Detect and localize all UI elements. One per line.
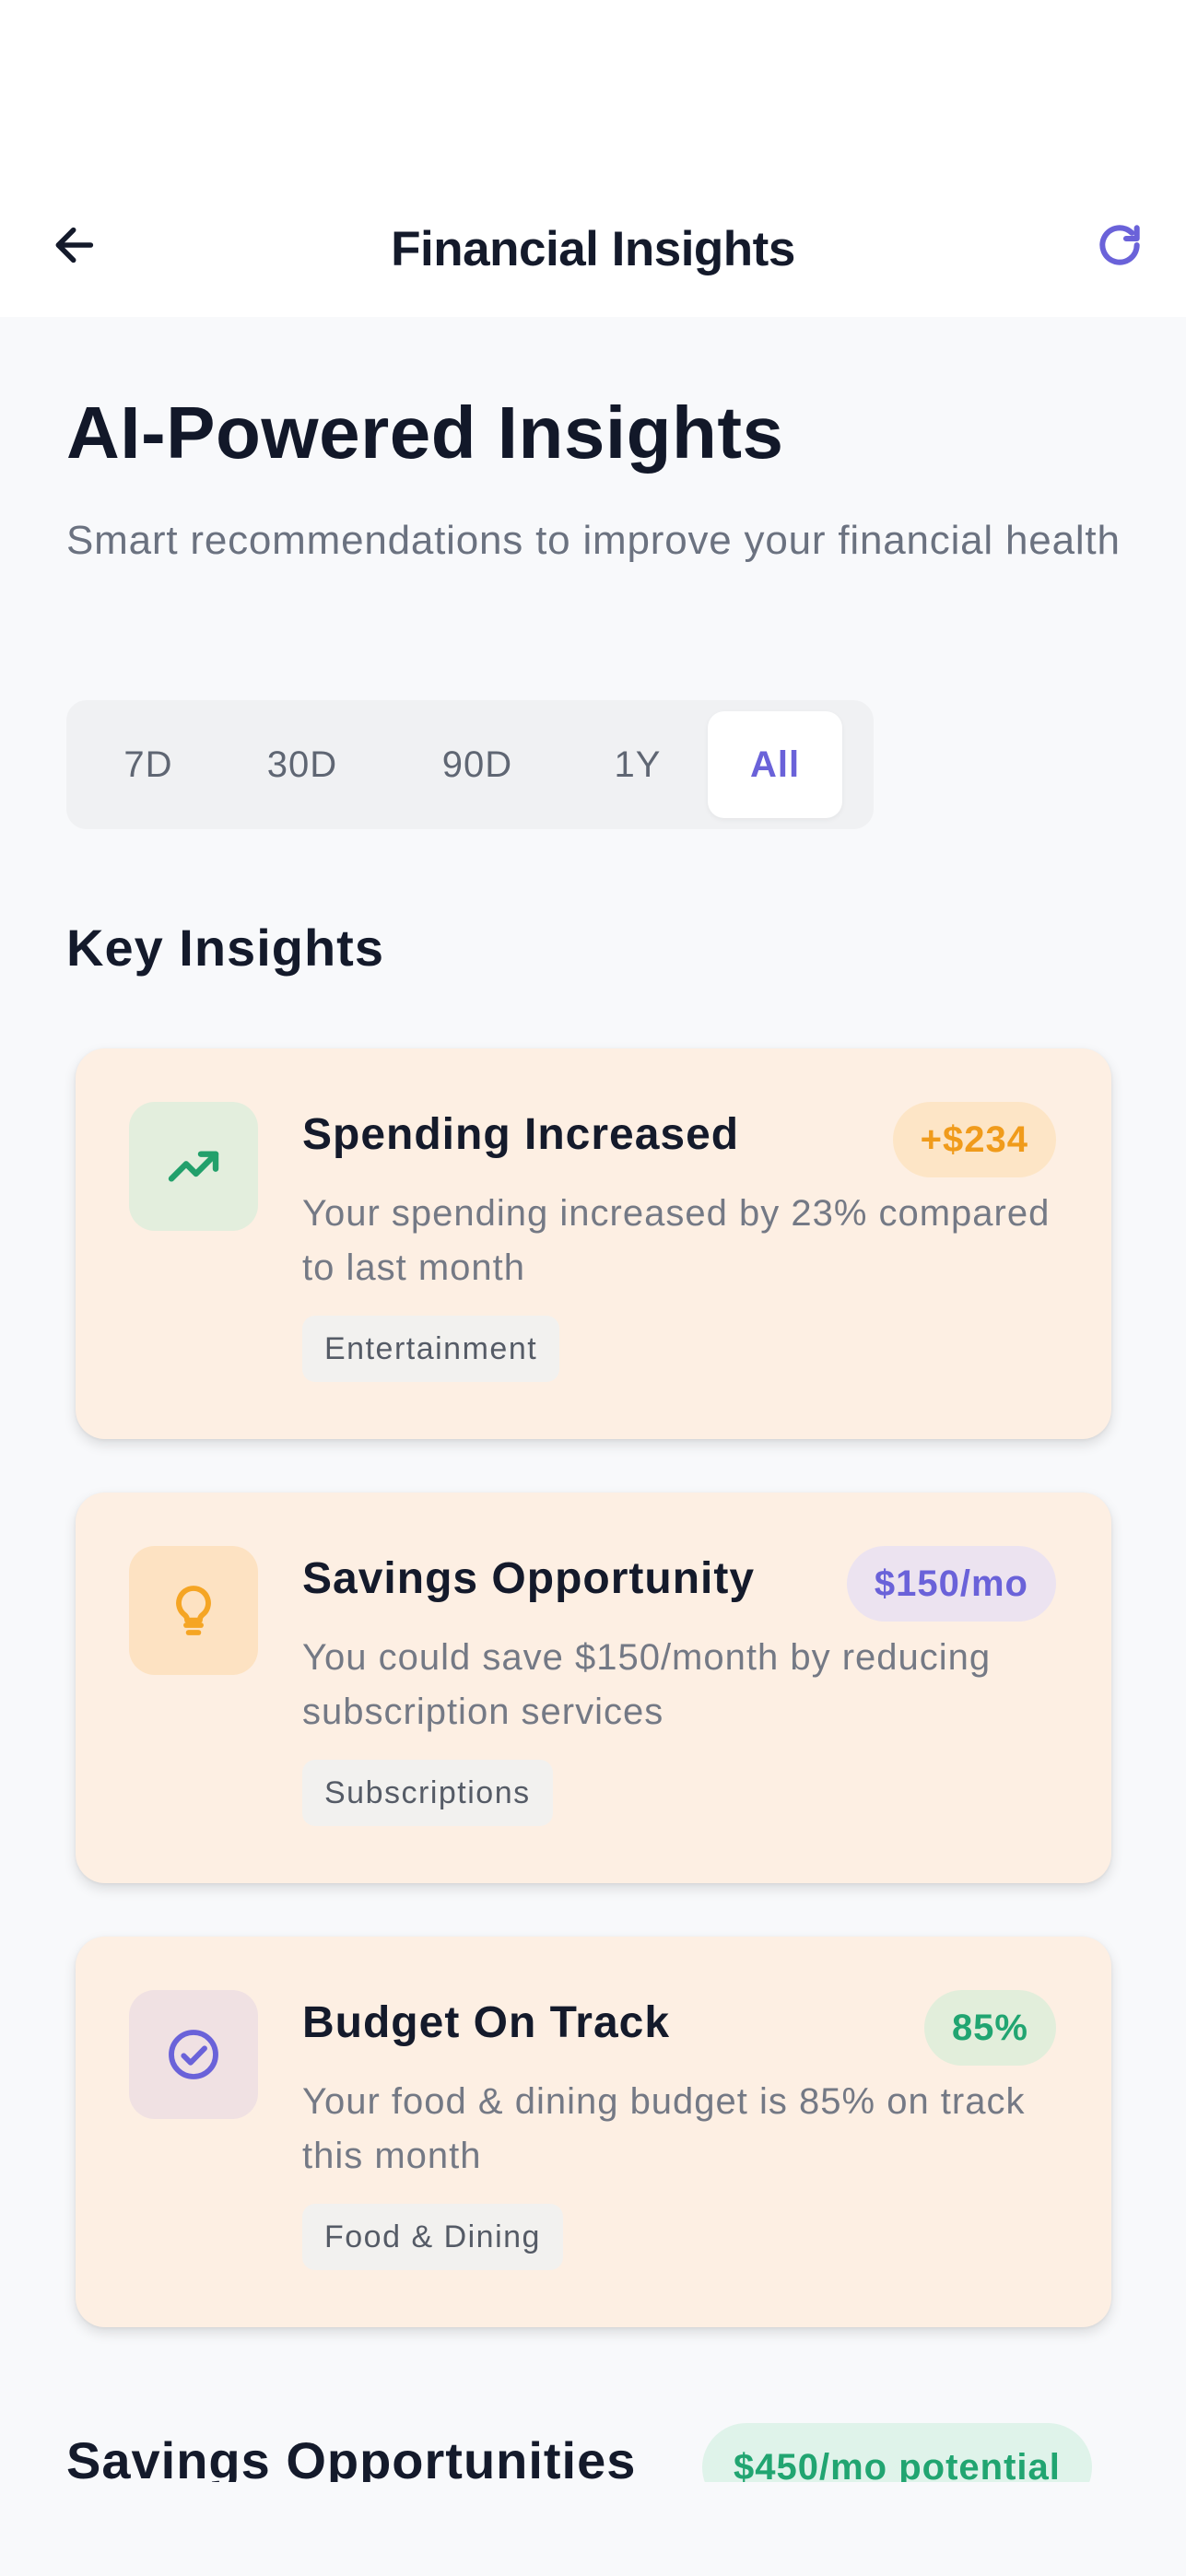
page-title: AI-Powered Insights [66, 392, 784, 474]
period-selector: 7D 30D 90D 1Y All [66, 700, 874, 829]
content-clip [0, 2482, 1186, 2576]
back-button[interactable] [48, 217, 103, 273]
refresh-icon [1099, 225, 1140, 265]
refresh-button[interactable] [1090, 216, 1149, 275]
insight-icon-box [129, 1546, 258, 1675]
insight-icon-box [129, 1102, 258, 1231]
insight-category-tag: Food & Dining [302, 2204, 563, 2270]
insight-description: Your spending increased by 23% compared … [302, 1193, 1051, 1288]
status-bar-area [0, 0, 1186, 181]
period-tab-1y[interactable]: 1Y [568, 711, 708, 818]
app-header: Financial Insights [0, 181, 1186, 317]
check-circle-icon [169, 2030, 218, 2079]
period-tab-90d[interactable]: 90D [387, 711, 568, 818]
insight-amount-badge: $150/mo [846, 1546, 1056, 1622]
insight-category-tag: Entertainment [302, 1316, 560, 1382]
key-insights-title: Key Insights [66, 919, 384, 977]
insight-card-spending[interactable]: Spending Increased +$234 Your spending i… [76, 1048, 1111, 1439]
insight-card-budget[interactable]: Budget On Track 85% Your food & dining b… [76, 1937, 1111, 2327]
insight-amount-badge: 85% [923, 1990, 1056, 2066]
insight-title: Savings Opportunity [302, 1554, 756, 1603]
trending-up-icon [168, 1151, 219, 1182]
insight-title: Budget On Track [302, 1998, 671, 2047]
period-tab-30d[interactable]: 30D [217, 711, 387, 818]
insight-description: Your food & dining budget is 85% on trac… [302, 2081, 1026, 2176]
insight-amount-badge: +$234 [892, 1102, 1056, 1177]
arrow-left-icon [55, 227, 94, 263]
header-title: Financial Insights [391, 221, 795, 276]
page-subtitle: Smart recommendations to improve your fi… [66, 518, 1121, 563]
insight-card-savings[interactable]: Savings Opportunity $150/mo You could sa… [76, 1493, 1111, 1883]
insight-category-tag: Subscriptions [302, 1760, 553, 1826]
insight-icon-box [129, 1990, 258, 2119]
period-tab-all[interactable]: All [708, 711, 842, 818]
period-tab-7d[interactable]: 7D [79, 711, 217, 818]
lightbulb-icon [176, 1586, 211, 1635]
insight-description: You could save $150/month by reducing su… [302, 1637, 992, 1732]
insight-title: Spending Increased [302, 1110, 740, 1159]
